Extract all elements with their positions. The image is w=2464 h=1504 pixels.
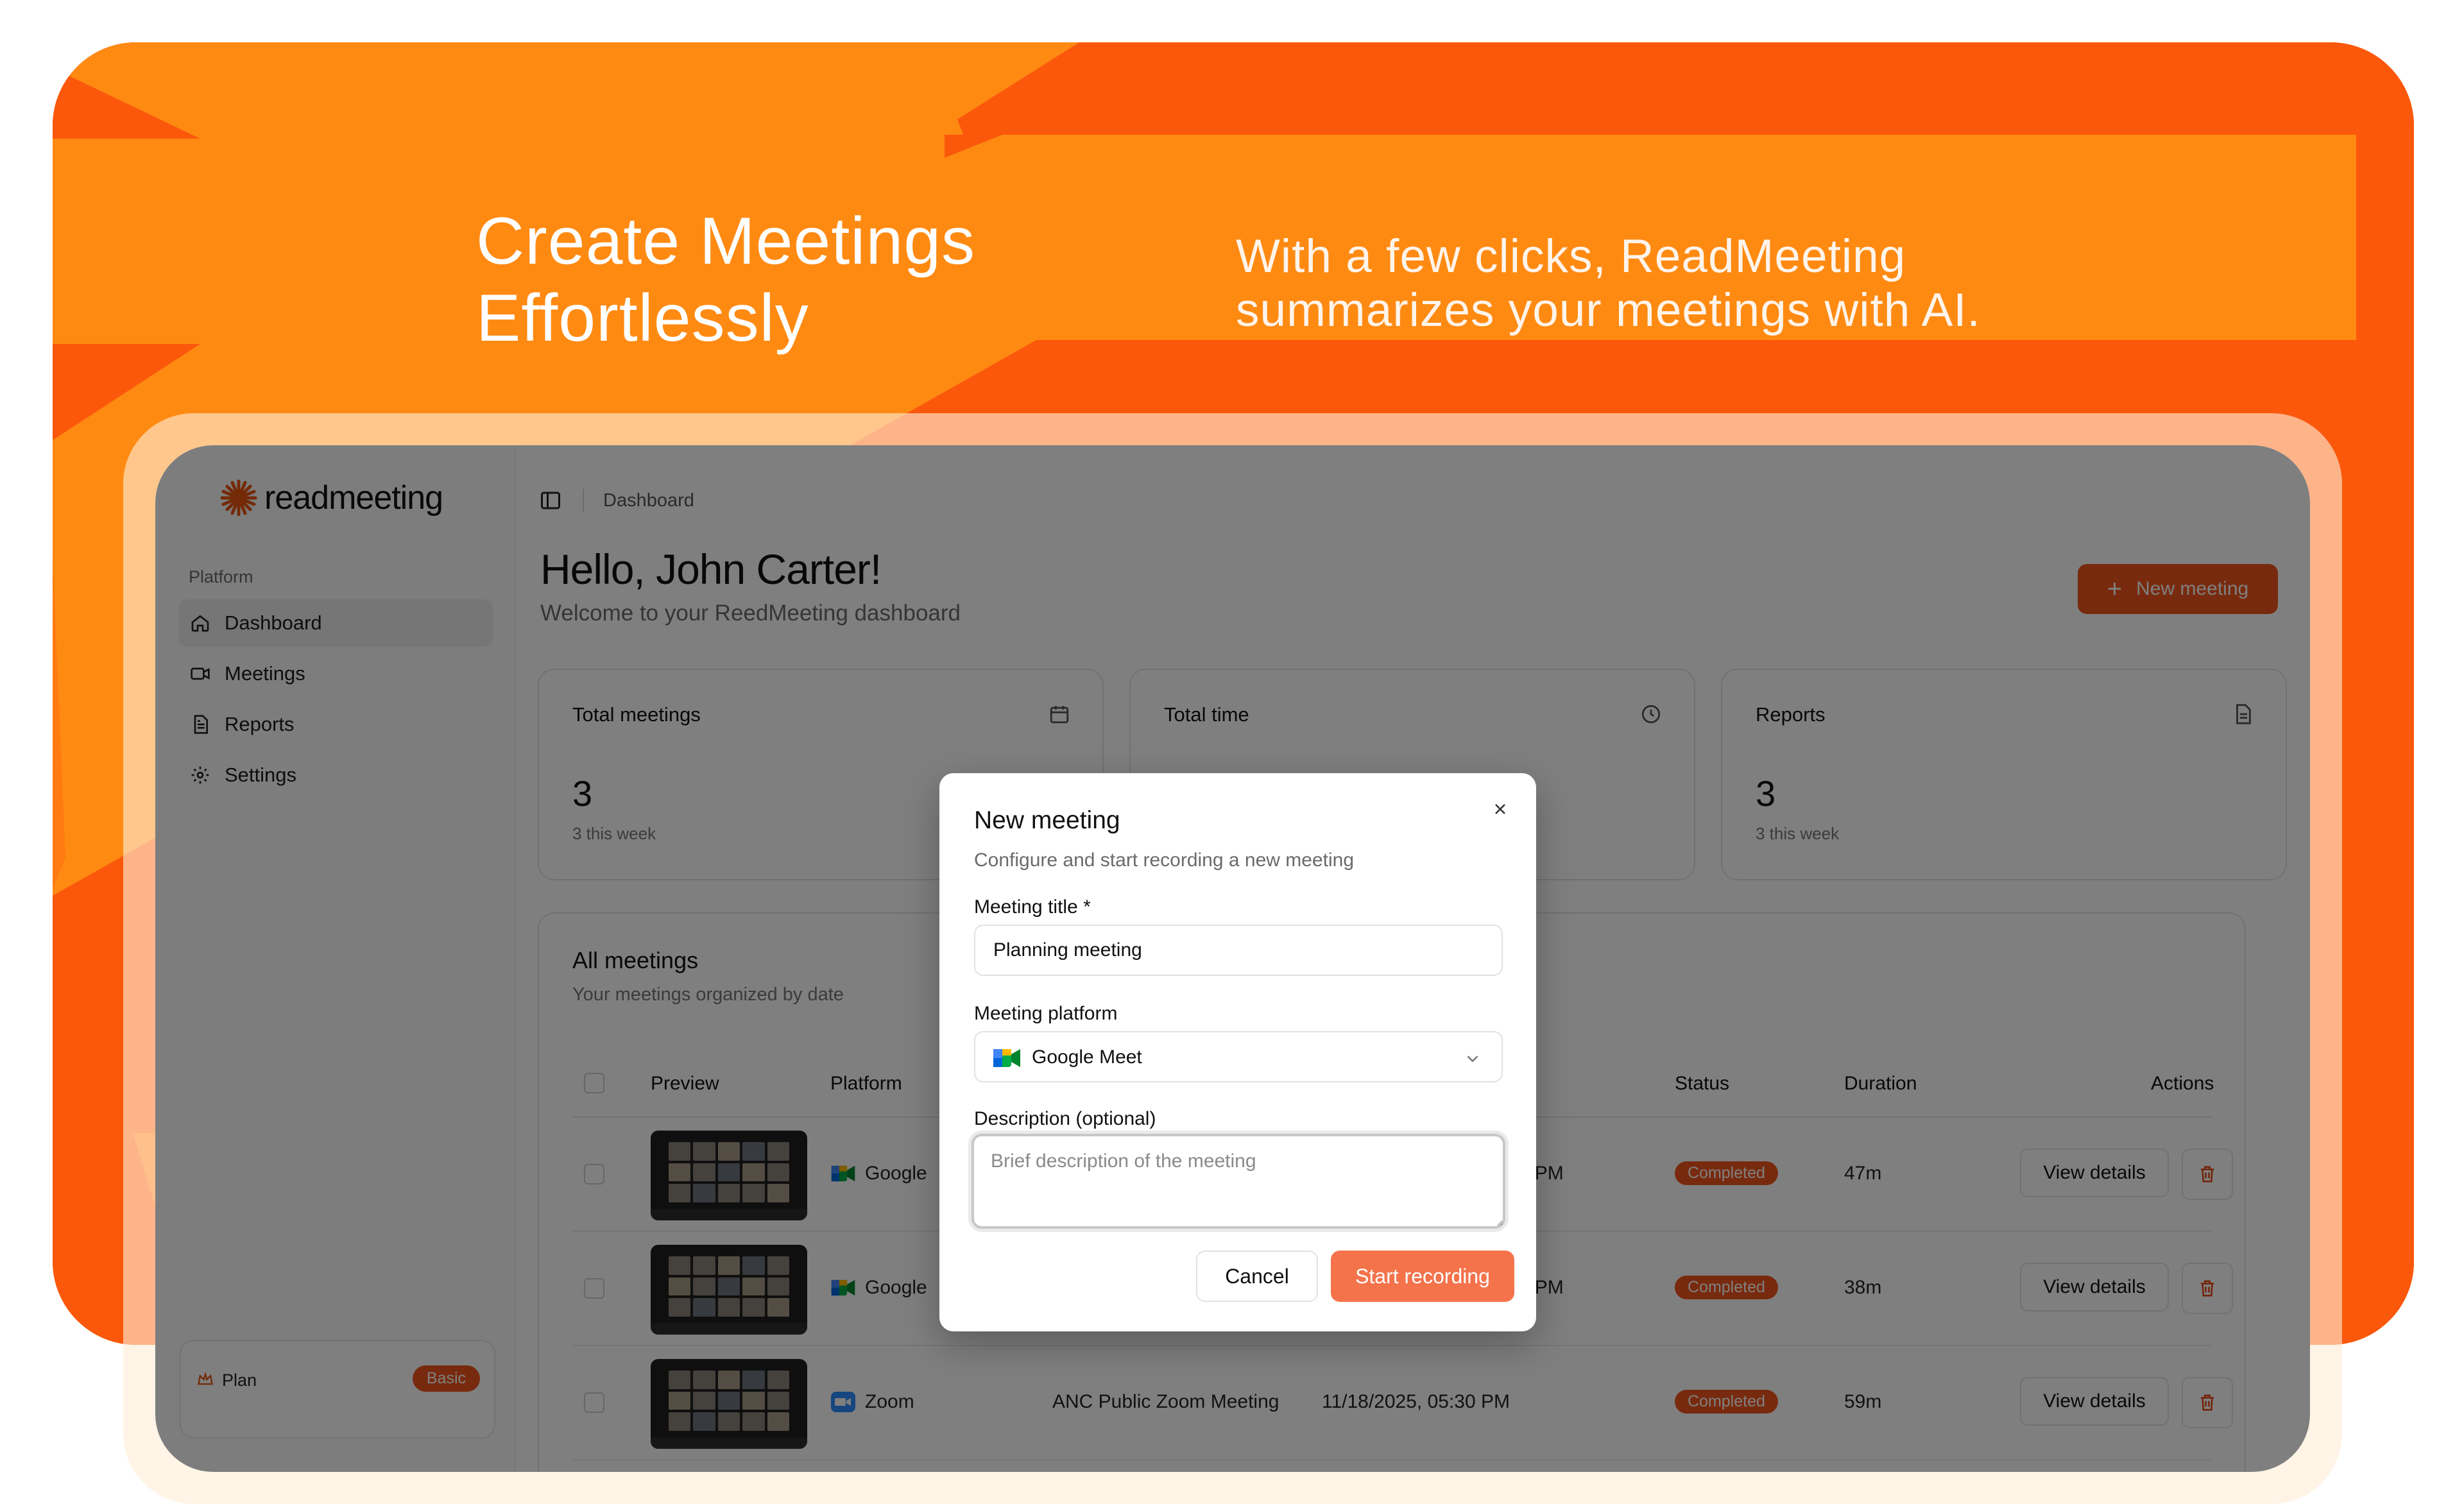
dialog-description: Configure and start recording a new meet… — [974, 850, 1355, 871]
close-icon — [1495, 804, 1505, 814]
description-label: Description (optional) — [974, 1108, 1156, 1129]
meeting-platform-label: Meeting platform — [974, 1003, 1118, 1024]
meeting-platform-select[interactable]: Google Meet — [974, 1031, 1503, 1082]
hero-tagline: With a few clicks, ReadMeeting summarize… — [1236, 230, 1981, 338]
cancel-button[interactable]: Cancel — [1196, 1251, 1318, 1302]
hero-tagline-line-1: With a few clicks, ReadMeeting — [1236, 230, 1906, 282]
hero-tagline-line-2: summarizes your meetings with AI. — [1236, 284, 1981, 336]
close-button[interactable] — [1489, 798, 1512, 821]
selected-platform: Google Meet — [1032, 1047, 1142, 1068]
new-meeting-dialog: New meeting Configure and start recordin… — [939, 773, 1536, 1331]
meeting-title-label: Meeting title * — [974, 896, 1091, 918]
start-recording-button[interactable]: Start recording — [1331, 1251, 1514, 1302]
hero-headline: Create Meetings Effortlessly — [476, 203, 975, 357]
meeting-title-input[interactable] — [974, 925, 1503, 976]
dialog-title: New meeting — [974, 807, 1120, 834]
hero-headline-line-2: Effortlessly — [476, 281, 809, 355]
hero-headline-line-1: Create Meetings — [476, 204, 976, 278]
google-meet-icon — [993, 1049, 1020, 1067]
description-textarea[interactable] — [971, 1134, 1505, 1229]
chevron-down-icon — [1467, 1055, 1478, 1063]
